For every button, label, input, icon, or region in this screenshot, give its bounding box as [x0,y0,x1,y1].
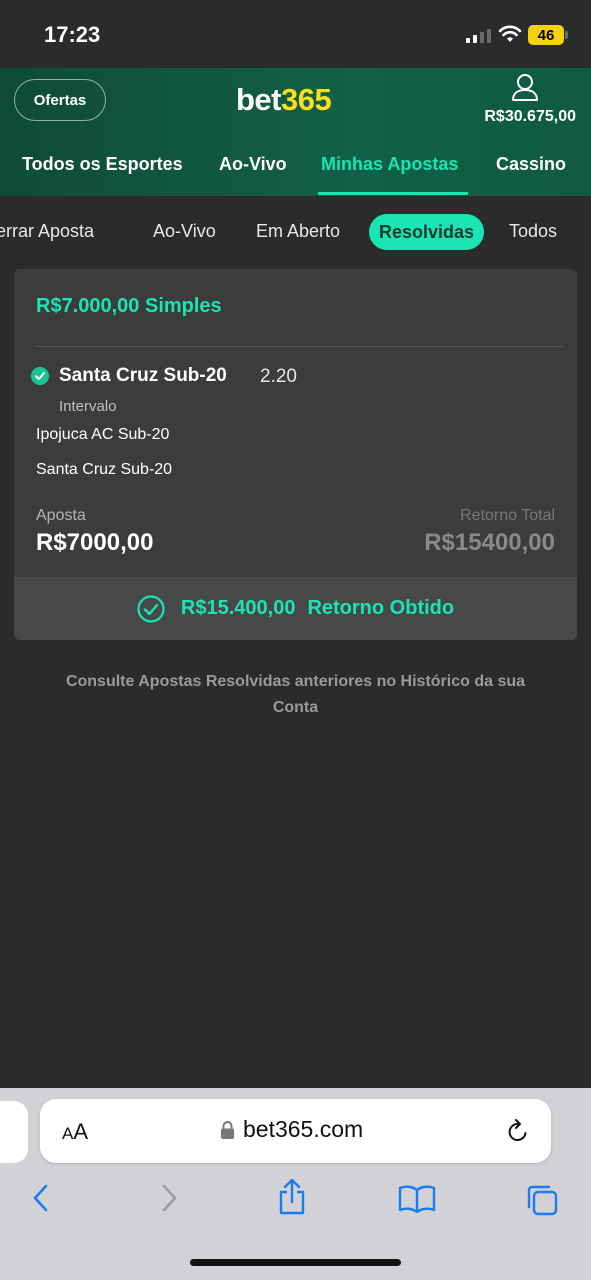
previous-tab-preview[interactable] [0,1101,28,1163]
aa-big: A [73,1119,89,1144]
won-check-icon [31,367,49,385]
wifi-icon [498,25,522,42]
nav-my-bets[interactable]: Minhas Apostas [321,154,458,175]
payout-text: R$15.400,00 Retorno Obtido [181,597,454,620]
logo-accent: 365 [281,82,332,117]
tab-cash-out[interactable]: errar Aposta [0,221,94,242]
home-indicator[interactable] [190,1259,401,1266]
history-note: Consulte Apostas Resolvidas anteriores n… [65,673,526,716]
nav-all-sports[interactable]: Todos os Esportes [22,154,183,175]
main-nav: Todos os Esportes Ao-Vivo Minhas Apostas… [0,150,591,196]
stake-value: R$7000,00 [36,529,154,556]
site-header: Ofertas bet365 R$30.675,00 Todos os Espo… [0,68,591,196]
address-bar[interactable]: AA bet365.com [40,1099,551,1163]
text-size-button[interactable]: AA [62,1119,88,1145]
bet-title: R$7.000,00 Simples [36,295,222,317]
tab-open[interactable]: Em Aberto [256,221,340,242]
battery-icon: 46 [528,25,564,45]
share-icon[interactable] [277,1178,307,1216]
market-name: Intervalo [59,398,117,415]
aa-small: A [62,1124,74,1143]
lock-icon [221,1121,234,1139]
nav-casino[interactable]: Cassino [496,154,566,175]
reload-icon[interactable] [506,1118,530,1144]
active-tab-indicator [318,192,468,195]
signal-icon [466,27,491,43]
status-time: 17:23 [44,22,101,47]
bet-card: R$7.000,00 Simples Santa Cruz Sub-20 2.2… [14,269,577,640]
total-return-label: Retorno Total [460,507,555,524]
browser-toolbar: AA bet365.com [0,1088,591,1280]
tabs-icon[interactable] [525,1183,559,1217]
tab-settled[interactable]: Resolvidas [369,214,485,250]
divider [36,346,563,347]
battery-tip [565,31,568,39]
tab-live[interactable]: Ao-Vivo [153,221,216,242]
stake-label: Aposta [36,507,86,524]
offers-button[interactable]: Ofertas [14,79,106,121]
nav-live[interactable]: Ao-Vivo [219,154,287,175]
forward-icon[interactable] [158,1183,180,1213]
selection-odds: 2.20 [260,366,297,387]
logo-text: bet [236,82,282,117]
selection-name: Santa Cruz Sub-20 [59,365,227,386]
url-text[interactable]: bet365.com [243,1116,363,1143]
total-return-value: R$15400,00 [424,529,555,556]
bet365-logo[interactable]: bet365 [236,82,332,118]
bet-filter-tabs: errar Aposta Ao-Vivo Em Aberto Resolvida… [0,196,591,268]
payout-amount: R$15.400,00 [180,597,296,619]
account-balance[interactable]: R$30.675,00 [484,108,576,126]
payout-label: Retorno Obtido [307,597,455,619]
back-icon[interactable] [30,1183,52,1213]
check-circle-icon [137,594,165,623]
payout-banner: R$15.400,00 Retorno Obtido [14,577,577,640]
tab-all[interactable]: Todos [509,221,557,242]
team-away: Santa Cruz Sub-20 [36,461,173,478]
team-home: Ipojuca AC Sub-20 [36,426,170,443]
account-icon[interactable] [511,73,539,103]
status-bar: 17:23 46 [0,0,591,68]
bookmarks-icon[interactable] [398,1185,436,1213]
